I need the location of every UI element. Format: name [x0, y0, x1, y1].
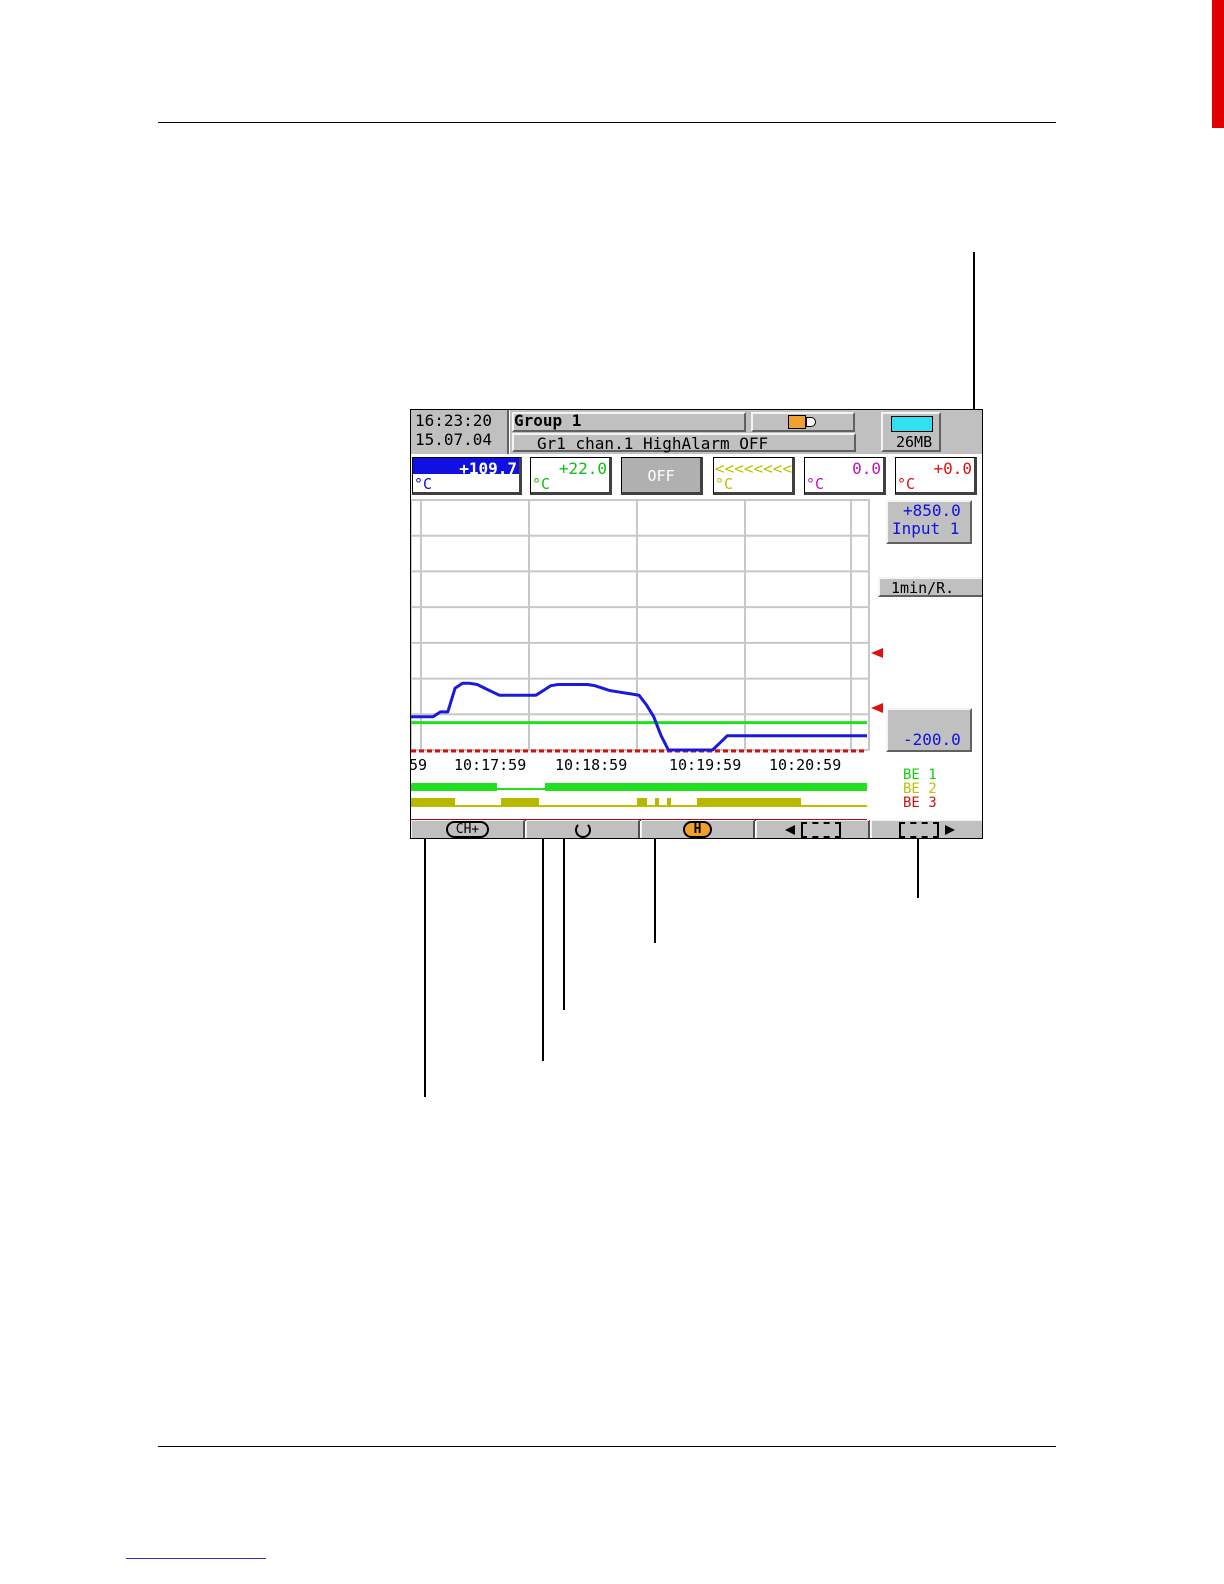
callout-line-history-key — [654, 826, 656, 943]
softkey-scroll-back[interactable] — [756, 820, 870, 838]
binary-2-on-segment — [411, 798, 455, 806]
page-header-rule — [158, 122, 1056, 123]
arrow-left-icon — [784, 824, 795, 835]
channel-1-display[interactable]: +109.7 °C — [412, 457, 522, 495]
time-axis: 59 10:17:59 10:18:59 10:19:59 10:20:59 — [411, 756, 841, 774]
softkey-history[interactable]: H — [641, 820, 755, 838]
callout-line-ch-key — [424, 826, 426, 1097]
arrow-right-icon — [945, 824, 955, 835]
binary-traces — [411, 783, 867, 821]
softkey-rotate[interactable] — [526, 820, 640, 838]
chart-grid — [411, 499, 870, 751]
film-strip-icon — [899, 821, 939, 838]
rotate-icon — [574, 821, 591, 838]
battery-status — [751, 412, 855, 432]
time-axis-label: 10:19:59 — [669, 756, 741, 774]
binary-input-3-label: BE 3 — [903, 795, 937, 811]
softkey-channel-plus[interactable]: CH+ — [411, 820, 525, 838]
binary-2-on-segment — [501, 798, 539, 806]
scale-min-value: -200.0 — [903, 730, 961, 749]
binary-2-on-segment — [667, 798, 671, 806]
channel-5-display[interactable]: 0.0 °C — [804, 457, 886, 495]
channel-3-value: OFF — [647, 467, 675, 485]
channel-5-value: 0.0 — [852, 459, 881, 478]
binary-2-on-segment — [655, 798, 659, 806]
time-axis-label: 10:18:59 — [555, 756, 627, 774]
binary-2-on-segment — [637, 798, 647, 806]
channel-6-value: +0.0 — [933, 459, 972, 478]
trend-chart: 59 10:17:59 10:18:59 10:19:59 10:20:59 — [411, 499, 870, 821]
limit-marker-low — [871, 703, 883, 713]
clock-time: 16:23:20 — [415, 411, 493, 430]
battery-icon — [788, 415, 806, 429]
history-label: H — [682, 821, 713, 838]
group-title: Group 1 — [514, 411, 582, 430]
page-footer-rule — [158, 1446, 1056, 1447]
channel-6-display[interactable]: +0.0 °C — [895, 457, 977, 495]
binary-input-2-label: BE 2 — [903, 781, 937, 797]
scale-max-label: Input 1 — [892, 519, 960, 538]
plot-area — [411, 499, 870, 751]
channel-2-unit: °C — [532, 475, 551, 493]
channel-3-display[interactable]: OFF — [621, 457, 703, 495]
time-axis-label: 59 — [411, 756, 427, 774]
softkey-scroll-forward[interactable] — [871, 820, 982, 838]
clock-date: 15.07.04 — [415, 430, 493, 449]
memory-size: 26MB — [896, 433, 933, 451]
binary-1-on-segment — [411, 783, 497, 791]
channel-1-value: +109.7 — [459, 459, 517, 478]
status-message: Gr1 chan.1 HighAlarm OFF — [537, 434, 769, 453]
time-axis-label: 10:17:59 — [454, 756, 526, 774]
speed-label: 1min/R. — [891, 579, 955, 597]
callout-line-second-key — [542, 826, 544, 1061]
channel-plus-label: CH+ — [445, 821, 490, 838]
channel-2-display[interactable]: +22.0 °C — [530, 457, 612, 495]
channel-1-unit: °C — [414, 475, 433, 493]
channel-5-unit: °C — [806, 475, 825, 493]
recorder-screen: 16:23:20 15.07.04 Group 1 Gr1 chan.1 Hig… — [410, 409, 983, 839]
channel-4-unit: °C — [715, 475, 734, 493]
film-strip-icon — [800, 821, 841, 838]
binary-1-on-segment — [545, 783, 867, 791]
channel-6-unit: °C — [897, 475, 916, 493]
battery-tip-icon — [806, 417, 816, 427]
channel-4-display[interactable]: <<<<<<<< °C — [713, 457, 795, 495]
binary-input-1-label: BE 1 — [903, 767, 937, 783]
channel-2-value: +22.0 — [558, 459, 607, 478]
footer-link-underline — [126, 1558, 266, 1559]
page-edge-marker — [1212, 0, 1224, 128]
limit-marker-high — [871, 648, 883, 658]
binary-2-on-segment — [697, 798, 801, 806]
time-axis-label: 10:20:59 — [769, 756, 841, 774]
scale-max-value: +850.0 — [903, 501, 961, 520]
memory-card-icon — [891, 416, 933, 432]
